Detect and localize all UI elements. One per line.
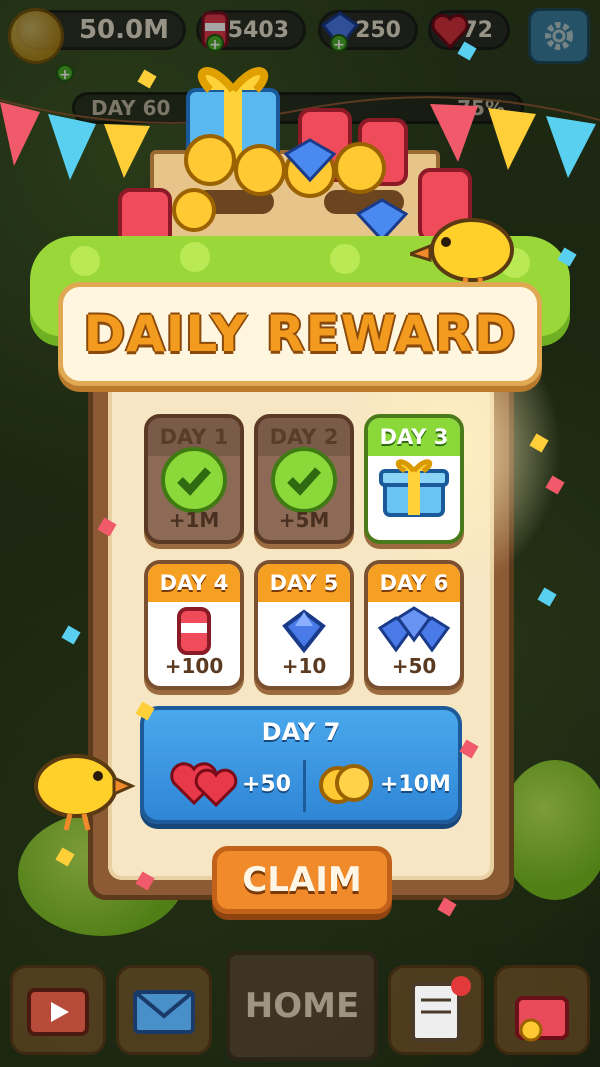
day7-hearts-amount: +50 (242, 771, 292, 797)
soda-can-icon (148, 606, 240, 656)
day7-coins-reward: +10M (316, 754, 451, 814)
day-card-4: DAY 4 +100 (144, 560, 244, 690)
bottom-navigation: HOME (0, 945, 600, 1067)
day-card-6: DAY 6 +50 (364, 560, 464, 690)
tasks-icon (411, 976, 471, 1042)
day-card-label: DAY 4 (148, 564, 240, 602)
day7-coins-amount: +10M (380, 771, 451, 797)
nav-tasks-button[interactable] (388, 965, 484, 1055)
day-card-label: DAY 6 (368, 564, 460, 602)
coins-icon (319, 764, 373, 804)
nav-home-button[interactable]: HOME (226, 951, 378, 1061)
yellow-bird-mascot-bottom (34, 754, 136, 831)
gift-box-icon (368, 459, 460, 517)
grass-tuft (330, 244, 360, 274)
day-card-label: DAY 5 (258, 564, 350, 602)
gem-icon (258, 606, 350, 656)
mail-icon (133, 990, 195, 1034)
tv-ad-icon (27, 988, 89, 1036)
day7-hearts-reward: +50 (168, 754, 291, 814)
day7-divider (303, 760, 306, 812)
daily-reward-banner: DAILY REWARD (58, 282, 542, 386)
nav-tv-ad-button[interactable] (10, 965, 106, 1055)
check-coin-icon (258, 447, 350, 513)
grass-tuft (180, 242, 210, 272)
day-card-amount: +5M (278, 508, 330, 532)
shop-icon (515, 996, 569, 1042)
day-card-2: DAY 2 +5M (254, 414, 354, 544)
check-coin-icon (148, 447, 240, 513)
day-card-amount: +10 (281, 654, 327, 678)
day-card-amount: +1M (168, 508, 220, 532)
day-card-amount: +50 (391, 654, 437, 678)
day-card-3[interactable]: DAY 3 (364, 414, 464, 544)
day-card-1: DAY 1 +1M (144, 414, 244, 544)
day-card-label: DAY 7 (261, 718, 341, 746)
nav-shop-button[interactable] (494, 965, 590, 1055)
day-card-5: DAY 5 +10 (254, 560, 354, 690)
day-card-amount: +100 (164, 654, 224, 678)
modal-title: DAILY REWARD (83, 305, 517, 363)
day-card-7: DAY 7 +50 +10M (140, 706, 462, 824)
claim-button[interactable]: CLAIM (212, 846, 392, 914)
gem-pile-icon (368, 606, 460, 656)
hearts-icon (170, 762, 238, 808)
day-card-label: DAY 3 (368, 418, 460, 456)
grass-tuft (70, 246, 100, 276)
nav-mail-button[interactable] (116, 965, 212, 1055)
